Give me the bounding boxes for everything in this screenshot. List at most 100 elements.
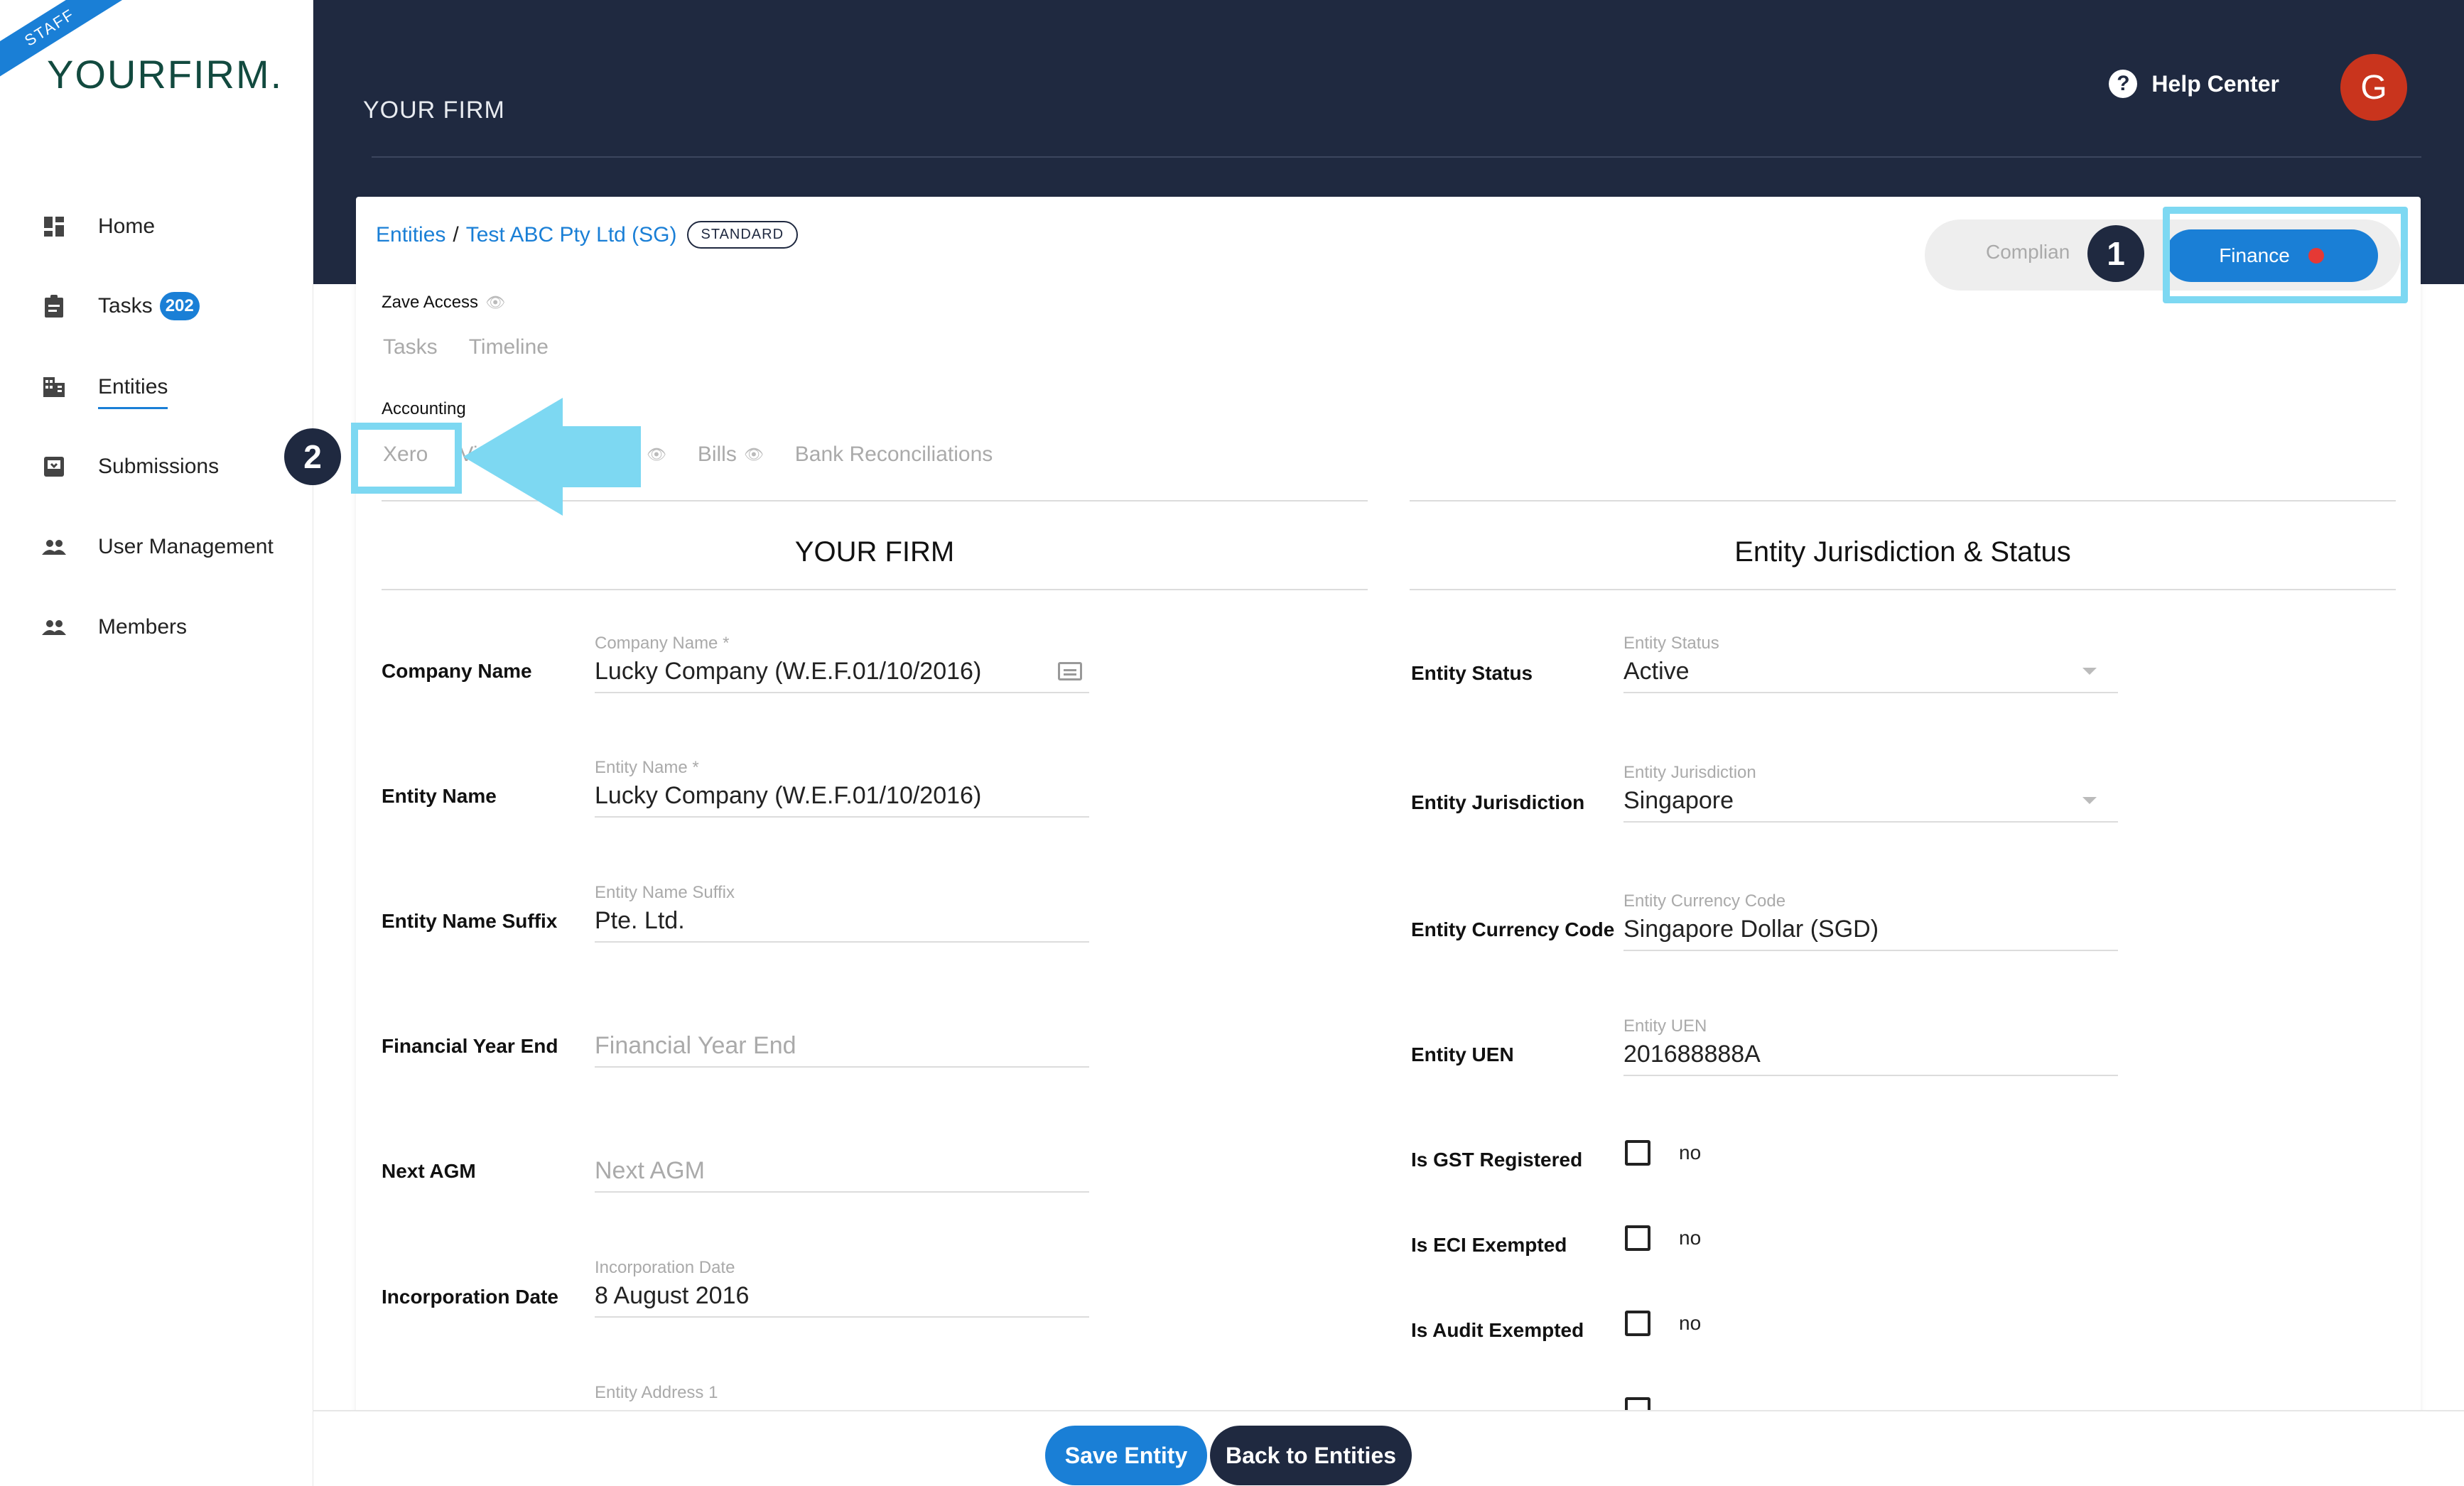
sidebar-item-home[interactable]: Home <box>40 202 155 251</box>
arrow-left-icon <box>463 398 641 516</box>
eci-exempted-check-row: no <box>1625 1225 1701 1251</box>
breadcrumb: Entities / Test ABC Pty Ltd (SG) STANDAR… <box>376 221 799 249</box>
left-title-divider <box>382 589 1368 590</box>
entity-name-suffix-label: Entity Name Suffix <box>382 910 558 932</box>
help-icon: ? <box>2109 70 2138 98</box>
entity-status-value: Active <box>1623 657 1690 685</box>
entity-name-field-label: Entity Name * <box>595 758 699 777</box>
sidebar-item-entities[interactable]: Entities <box>40 362 168 412</box>
gst-registered-checkbox[interactable] <box>1625 1140 1650 1166</box>
tab-bills-label: Bills <box>697 443 737 466</box>
step-2-marker: 2 <box>284 428 341 485</box>
zave-tabs: Tasks Timeline <box>383 335 549 359</box>
your-firm-section-title: YOUR FIRM <box>794 536 955 568</box>
next-agm-field-label <box>595 1133 1089 1156</box>
entity-jurisdiction-field-label: Entity Jurisdiction <box>1623 763 1756 782</box>
entity-currency-code-field[interactable]: Entity Currency Code Singapore Dollar (S… <box>1623 891 2118 951</box>
chevron-down-icon <box>2082 797 2097 804</box>
gst-registered-value: no <box>1679 1141 1702 1164</box>
next-agm-label: Next AGM <box>382 1160 476 1182</box>
entity-name-suffix-field-label: Entity Name Suffix <box>595 883 735 902</box>
audit-exempted-value: no <box>1679 1312 1702 1334</box>
entity-name-field[interactable]: Entity Name * Lucky Company (W.E.F.01/10… <box>595 758 1089 818</box>
sidebar-item-label: Submissions <box>98 455 220 478</box>
header-divider <box>372 156 2421 158</box>
entity-name-value: Lucky Company (W.E.F.01/10/2016) <box>595 781 982 809</box>
sidebar-item-members[interactable]: Members <box>40 602 187 652</box>
entity-address-1-field[interactable]: Entity Address 1 <box>595 1383 1089 1406</box>
header-title: YOUR FIRM <box>363 97 505 124</box>
entity-address-1-field-label: Entity Address 1 <box>595 1383 718 1402</box>
back-to-entities-button[interactable]: Back to Entities <box>1210 1426 1412 1485</box>
entity-jurisdiction-select[interactable]: Entity Jurisdiction Singapore <box>1623 763 2118 823</box>
step-1-marker: 1 <box>2087 225 2144 282</box>
company-name-field[interactable]: Company Name * Lucky Company (W.E.F.01/1… <box>595 634 1089 693</box>
entity-uen-field[interactable]: Entity UEN 201688888A <box>1623 1016 2118 1076</box>
entity-status-select[interactable]: Entity Status Active <box>1623 634 2118 693</box>
entity-uen-input[interactable]: 201688888A <box>1623 1039 2118 1076</box>
incorporation-date-value: 8 August 2016 <box>595 1281 750 1309</box>
id-card-icon[interactable] <box>1058 662 1082 680</box>
entity-currency-code-field-label: Entity Currency Code <box>1623 891 1786 911</box>
tab-bank-reconciliations[interactable]: Bank Reconciliations <box>795 443 993 467</box>
financial-year-end-placeholder: Financial Year End <box>595 1031 796 1059</box>
eye-icon[interactable]: 👁 <box>485 293 505 311</box>
company-name-field-label: Company Name * <box>595 634 730 653</box>
incorporation-date-field[interactable]: Incorporation Date 8 August 2016 <box>595 1258 1089 1318</box>
tab-timeline[interactable]: Timeline <box>469 335 549 359</box>
user-avatar[interactable]: G <box>2340 54 2407 121</box>
gst-registered-label: Is GST Registered <box>1411 1149 1583 1171</box>
audit-exempted-checkbox[interactable] <box>1625 1311 1650 1336</box>
entity-name-suffix-input[interactable]: Pte. Ltd. <box>595 906 1089 943</box>
firm-logo[interactable]: YOURFIRM. <box>47 51 283 97</box>
sidebar-item-label: Home <box>98 215 156 238</box>
save-entity-button[interactable]: Save Entity <box>1045 1426 1207 1485</box>
eci-exempted-checkbox[interactable] <box>1625 1225 1650 1251</box>
company-name-label: Company Name <box>382 660 532 682</box>
sidebar: STAFF YOURFIRM. Home Tasks 202 Entities … <box>0 0 313 1486</box>
tab-bills[interactable]: Bills 👁 <box>698 443 764 467</box>
incorporation-date-label: Incorporation Date <box>382 1286 558 1308</box>
accounting-label: Accounting <box>382 399 466 418</box>
right-top-divider <box>1410 500 2396 501</box>
breadcrumb-entities-link[interactable]: Entities <box>376 223 445 247</box>
company-name-input[interactable]: Lucky Company (W.E.F.01/10/2016) <box>595 656 1089 693</box>
sidebar-item-label: Tasks <box>98 294 153 318</box>
entity-card: Entities / Test ABC Pty Ltd (SG) STANDAR… <box>356 197 2421 1486</box>
gst-registered-check-row: no <box>1625 1140 1701 1166</box>
entity-status-input[interactable]: Active <box>1623 656 2118 693</box>
financial-year-end-field[interactable]: Financial Year End <box>595 1008 1089 1068</box>
zave-access-text: Zave Access <box>382 293 479 312</box>
logo-dot: . <box>270 52 283 97</box>
entity-currency-code-input[interactable]: Singapore Dollar (SGD) <box>1623 914 2118 951</box>
action-bar: Save Entity Back to Entities <box>313 1410 2464 1486</box>
xero-highlight-box <box>351 423 462 494</box>
clipboard-icon <box>40 292 68 320</box>
entity-name-suffix-field[interactable]: Entity Name Suffix Pte. Ltd. <box>595 883 1089 943</box>
entity-currency-code-label: Entity Currency Code <box>1411 918 1615 940</box>
compliance-toggle-option[interactable]: Complian <box>1986 241 2070 264</box>
entity-name-label: Entity Name <box>382 785 497 807</box>
incorporation-date-input[interactable]: 8 August 2016 <box>595 1281 1089 1318</box>
plan-badge: STANDARD <box>686 221 799 249</box>
financial-year-end-input[interactable]: Financial Year End <box>595 1031 1089 1068</box>
help-center-link[interactable]: ? Help Center <box>2109 70 2279 98</box>
eye-icon: 👁 <box>743 445 764 463</box>
building-icon <box>40 373 68 401</box>
next-agm-input[interactable]: Next AGM <box>595 1156 1089 1193</box>
tab-tasks[interactable]: Tasks <box>383 335 438 359</box>
sidebar-item-tasks[interactable]: Tasks 202 <box>40 281 200 331</box>
people-icon <box>40 533 68 561</box>
breadcrumb-current-entity[interactable]: Test ABC Pty Ltd (SG) <box>466 223 677 247</box>
sidebar-item-user-management[interactable]: User Management <box>40 522 274 572</box>
entity-jurisdiction-input[interactable]: Singapore <box>1623 786 2118 823</box>
eye-icon: 👁 <box>646 445 666 463</box>
sidebar-item-submissions[interactable]: Submissions <box>40 442 219 492</box>
financial-year-end-field-label <box>595 1008 1089 1031</box>
entity-name-input[interactable]: Lucky Company (W.E.F.01/10/2016) <box>595 781 1089 818</box>
sidebar-item-label: Members <box>98 615 188 639</box>
eci-exempted-value: no <box>1679 1227 1702 1249</box>
entity-name-suffix-value: Pte. Ltd. <box>595 906 685 934</box>
next-agm-field[interactable]: Next AGM <box>595 1133 1089 1193</box>
eci-exempted-label: Is ECI Exempted <box>1411 1234 1567 1256</box>
